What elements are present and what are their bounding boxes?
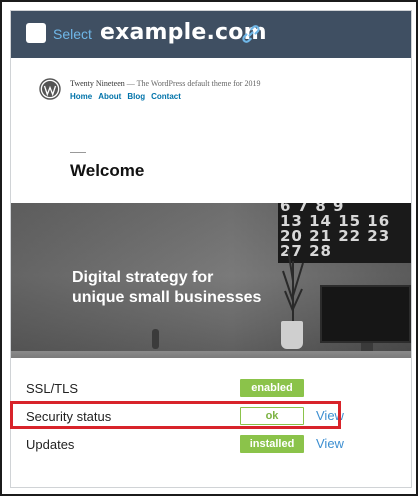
nav-about[interactable]: About xyxy=(98,92,121,101)
select-checkbox[interactable] xyxy=(26,23,46,43)
vase xyxy=(152,329,159,349)
plant-pot xyxy=(281,321,303,349)
status-row-updates: Updates installed View xyxy=(11,433,411,457)
wordpress-logo-icon xyxy=(39,78,61,100)
site-tagline: — The WordPress default theme for 2019 xyxy=(124,79,261,88)
nav-blog[interactable]: Blog xyxy=(127,92,145,101)
hero-image: 6 7 8 9 13 14 15 16 20 21 22 23 27 28 Di… xyxy=(11,203,411,358)
status-row-ssl: SSL/TLS enabled xyxy=(11,377,411,401)
site-preview[interactable]: Twenty Nineteen — The WordPress default … xyxy=(11,58,411,358)
plant-illustration xyxy=(282,248,304,323)
heading-divider xyxy=(70,152,86,153)
hero-headline: Digital strategy for unique small busine… xyxy=(72,268,261,308)
hero-line: unique small businesses xyxy=(72,289,262,306)
site-nav: Home About Blog Contact xyxy=(70,92,181,101)
status-label: SSL/TLS xyxy=(26,381,79,396)
link-icon[interactable] xyxy=(241,24,261,44)
desk-surface xyxy=(11,351,411,358)
screenshot-frame: Select example.com Twenty Nineteen — The… xyxy=(0,0,418,496)
select-label[interactable]: Select xyxy=(53,26,92,42)
page-heading: Welcome xyxy=(70,161,145,180)
nav-contact[interactable]: Contact xyxy=(151,92,181,101)
card-header: Select example.com xyxy=(11,11,411,58)
status-badge: enabled xyxy=(240,379,304,397)
monitor-illustration xyxy=(320,285,411,343)
view-link[interactable]: View xyxy=(316,436,344,451)
site-title: Twenty Nineteen xyxy=(70,79,125,88)
nav-home[interactable]: Home xyxy=(70,92,92,101)
hero-line: Digital strategy for xyxy=(72,269,214,286)
highlight-box xyxy=(10,401,341,429)
site-title-line: Twenty Nineteen — The WordPress default … xyxy=(70,79,260,88)
status-label: Updates xyxy=(26,437,75,452)
status-badge: installed xyxy=(240,435,304,453)
